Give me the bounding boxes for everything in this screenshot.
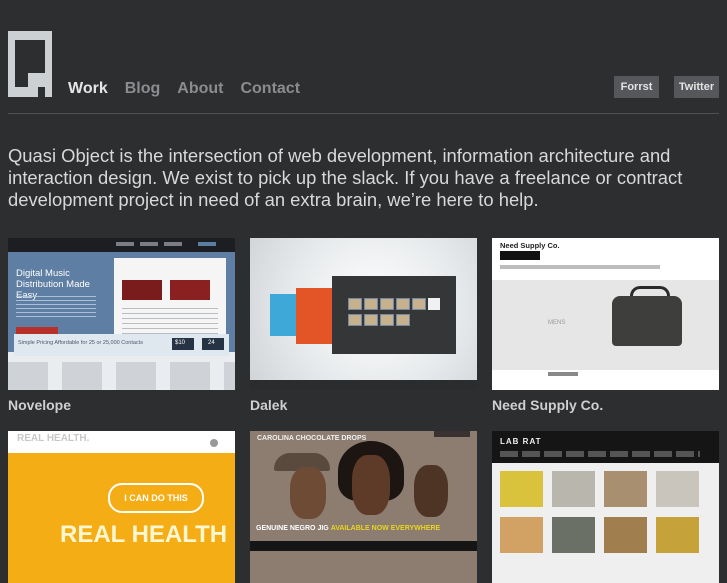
thumb-header-text: REAL HEALTH.: [17, 433, 90, 444]
dalek-thumbnail[interactable]: [250, 238, 477, 390]
thumb-top-tag: [434, 431, 470, 437]
thumb-big-text: REAL HEALTH: [60, 521, 228, 548]
thumb-bottom-bar: [250, 541, 477, 551]
logo-shape: [28, 73, 45, 87]
lab-rat-thumbnail[interactable]: LAB RAT: [492, 431, 719, 583]
project-caption-novelope[interactable]: Novelope: [8, 397, 71, 413]
quasi-object-logo[interactable]: [8, 31, 52, 97]
nav-contact[interactable]: Contact: [240, 80, 300, 98]
thumb-product-image: MENS: [492, 280, 719, 370]
thumb-grid-cell: [500, 471, 543, 507]
thumb-title-text: CAROLINA CHOCOLATE DROPS: [257, 435, 367, 442]
thumb-text-lines: [16, 296, 96, 318]
thumb-logo-text: LAB RAT: [500, 437, 542, 446]
need-supply-thumbnail[interactable]: Need Supply Co. MENS: [492, 238, 719, 390]
forrst-button[interactable]: Forrst: [614, 76, 659, 98]
thumb-price: $10: [172, 338, 194, 350]
bag-image: [612, 296, 682, 346]
main-nav: Work Blog About Contact: [68, 80, 300, 98]
twitter-button[interactable]: Twitter: [674, 76, 719, 98]
thumb-grid-cell: [500, 517, 543, 553]
thumb-grid-cell: [552, 517, 595, 553]
thumb-header-bar: [8, 238, 235, 252]
thumb-footer: [8, 362, 235, 390]
thumb-blue-panel: [270, 294, 298, 336]
thumb-pricing-band: Simple Pricing Affordable for 25 or 25,0…: [14, 334, 229, 356]
thumb-pricing-text: Simple Pricing Affordable for 25 or 25,0…: [18, 340, 143, 346]
thumb-subnav: [500, 265, 660, 269]
thumb-grid-cell: [552, 471, 595, 507]
thumb-portrait: [352, 455, 390, 515]
thumb-dark-lightbox: [332, 276, 456, 354]
logo-shape: [38, 87, 45, 97]
thumb-tabs: [500, 251, 540, 260]
novelope-thumbnail[interactable]: Digital Music Distribution Made Easy Sim…: [8, 238, 235, 390]
project-caption-dalek[interactable]: Dalek: [250, 397, 287, 413]
nav-work[interactable]: Work: [68, 80, 108, 98]
thumb-pager: [548, 372, 578, 376]
thumb-grid-cell: [604, 517, 647, 553]
thumb-logo-text: Need Supply Co.: [500, 241, 560, 250]
nav-about[interactable]: About: [177, 80, 223, 98]
thumb-portrait: [414, 465, 448, 517]
thumb-banner-text: GENUINE NEGRO JIG AVAILABLE NOW EVERYWHE…: [256, 525, 441, 532]
thumb-speech-bubble: I CAN DO THIS: [108, 483, 204, 513]
thumb-bottom-bar: [250, 380, 477, 390]
thumb-portrait: [290, 467, 326, 519]
thumb-tile: [170, 280, 210, 300]
project-caption-need-supply[interactable]: Need Supply Co.: [492, 397, 603, 413]
real-health-thumbnail[interactable]: REAL HEALTH. I CAN DO THIS REAL HEALTH: [8, 431, 235, 583]
carolina-chocolate-drops-thumbnail[interactable]: CAROLINA CHOCOLATE DROPS GENUINE NEGRO J…: [250, 431, 477, 583]
thumb-yellow-area: I CAN DO THIS REAL HEALTH: [8, 453, 235, 583]
thumb-grid-cell: [656, 471, 699, 507]
thumb-grid-cell: [604, 471, 647, 507]
nav-blog[interactable]: Blog: [125, 80, 161, 98]
thumb-corner-icon: [210, 439, 218, 447]
header-divider: [8, 113, 719, 114]
plus-icon: [428, 298, 440, 310]
thumb-nav: [500, 451, 700, 457]
thumb-grid-cell: [656, 517, 699, 553]
thumb-header-bar: LAB RAT: [492, 431, 719, 463]
thumb-orange-panel: [296, 288, 332, 344]
intro-text: Quasi Object is the intersection of web …: [8, 145, 683, 210]
thumb-image-label: MENS: [548, 320, 566, 326]
thumb-price: 24: [202, 338, 224, 350]
thumb-tile: [122, 280, 162, 300]
